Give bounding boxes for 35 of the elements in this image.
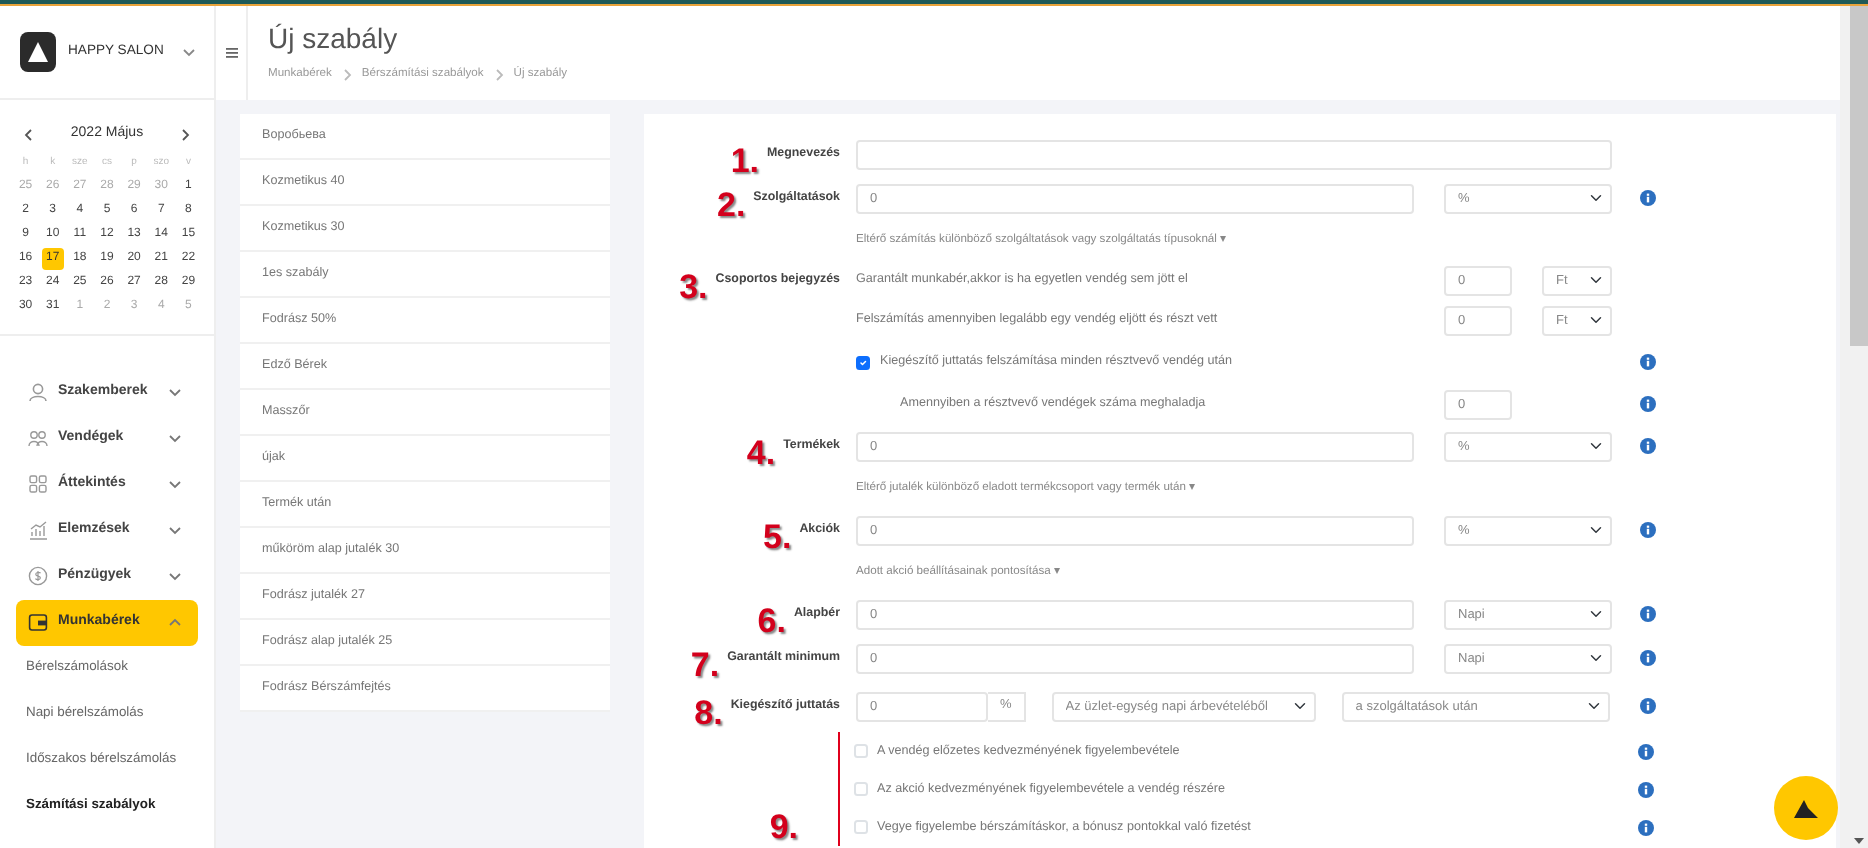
step-number: 2. bbox=[716, 187, 746, 221]
step-number: 5. bbox=[763, 519, 792, 553]
caret-icon[interactable] bbox=[168, 385, 182, 399]
chevron-icon bbox=[491, 68, 506, 83]
step-number: 1. bbox=[730, 143, 760, 177]
chart-icon bbox=[28, 520, 48, 540]
step-number: 3. bbox=[679, 269, 708, 303]
step-number: 4. bbox=[746, 435, 776, 469]
grid-icon bbox=[28, 474, 48, 494]
caret-icon[interactable] bbox=[168, 615, 182, 629]
step-number: 6. bbox=[757, 603, 786, 637]
text-input[interactable] bbox=[856, 139, 1612, 169]
step-number: 8. bbox=[694, 695, 723, 729]
next-icon[interactable] bbox=[177, 127, 192, 142]
logo-icon bbox=[1792, 796, 1820, 820]
people-icon bbox=[28, 428, 48, 448]
caret-icon[interactable] bbox=[168, 569, 182, 583]
caret-icon[interactable] bbox=[182, 45, 196, 59]
chevron-icon bbox=[339, 68, 354, 83]
step-number: 7. bbox=[690, 647, 720, 681]
scrollbar[interactable] bbox=[1840, 6, 1868, 848]
page-title: Új szabály bbox=[268, 24, 400, 55]
scroll-down-icon[interactable] bbox=[1850, 832, 1868, 848]
step-number: 9. bbox=[769, 810, 798, 844]
person-icon bbox=[28, 382, 48, 402]
previous-icon[interactable] bbox=[22, 127, 36, 142]
coin-icon bbox=[28, 566, 48, 586]
caret-icon[interactable] bbox=[168, 431, 182, 445]
wallet-icon bbox=[28, 612, 48, 632]
menu-icon[interactable] bbox=[225, 48, 237, 58]
checkbox[interactable] bbox=[856, 355, 870, 369]
logo-icon bbox=[20, 32, 56, 72]
caret-icon[interactable] bbox=[168, 477, 182, 491]
caret-icon[interactable] bbox=[168, 523, 182, 537]
scroll-thumb[interactable] bbox=[1850, 6, 1868, 346]
